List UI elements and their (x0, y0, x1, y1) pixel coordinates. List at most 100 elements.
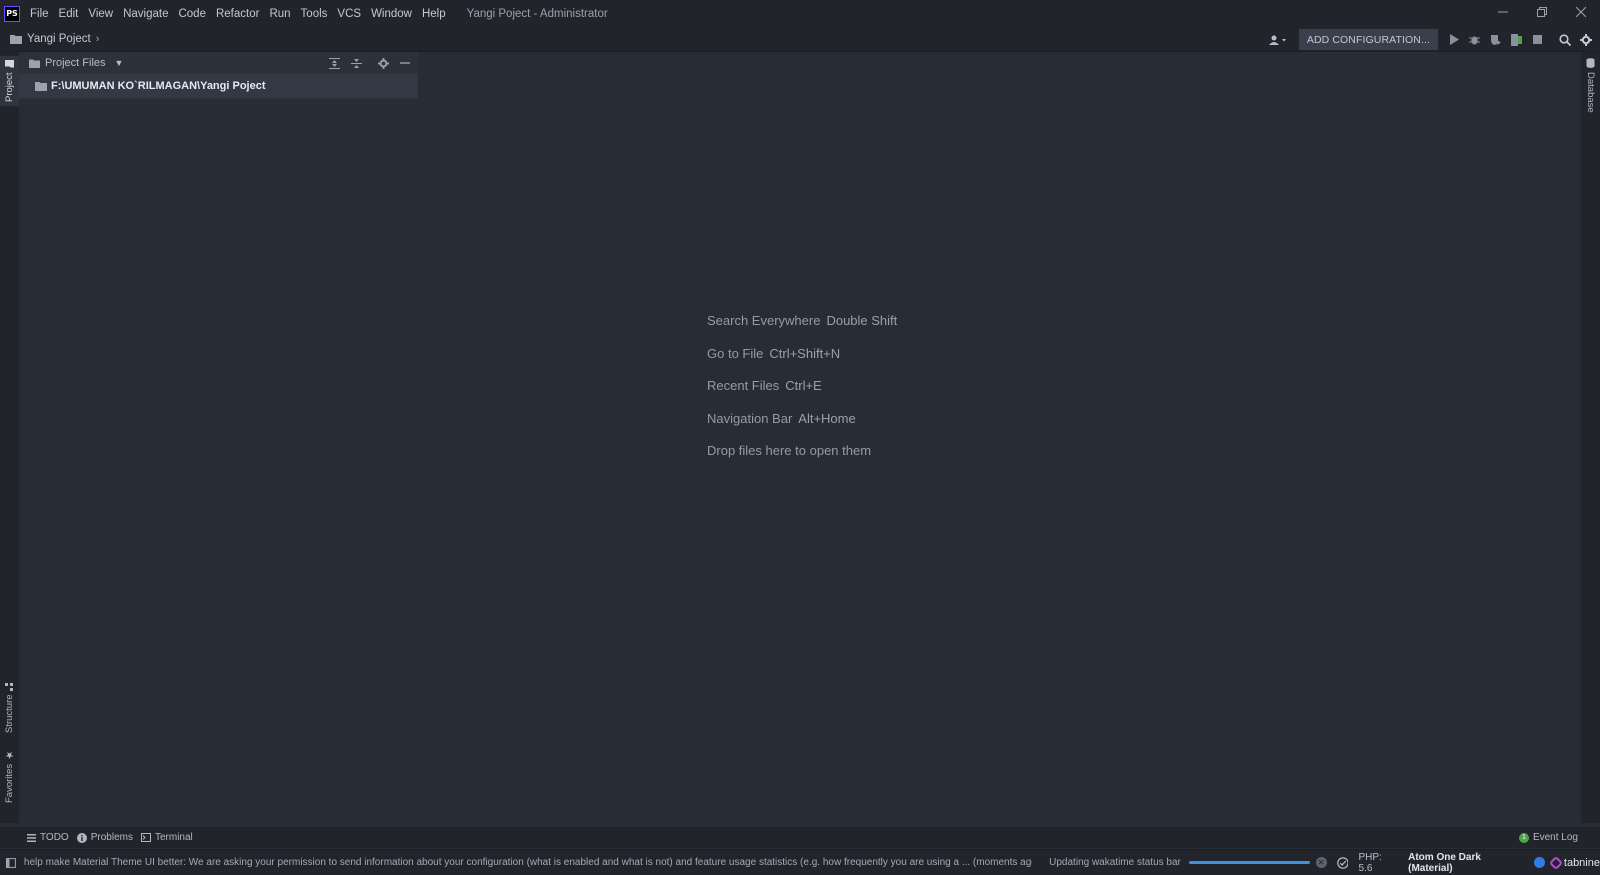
debug-button[interactable] (1464, 29, 1485, 50)
menu-vcs[interactable]: VCS (332, 8, 366, 20)
user-icon (1268, 35, 1286, 45)
stop-icon (1533, 35, 1542, 44)
breadcrumb-project-label: Yangi Poject (27, 33, 91, 45)
menu-code[interactable]: Code (173, 8, 211, 20)
status-bar: help make Material Theme UI better: We a… (0, 849, 1600, 875)
menu-refactor[interactable]: Refactor (211, 8, 264, 20)
database-icon (1586, 58, 1595, 68)
left-tool-strip: Project Structure Favorites ★ (0, 52, 19, 823)
title-bar: PS File Edit View Navigate Code Refactor… (0, 0, 1600, 27)
menu-view[interactable]: View (83, 8, 118, 20)
profiler-icon (1511, 33, 1522, 46)
check-circle-icon[interactable] (1336, 856, 1349, 869)
tab-problems-label: Problems (90, 832, 133, 843)
close-button[interactable] (1561, 0, 1600, 24)
star-icon: ★ (4, 748, 15, 760)
tab-database[interactable]: Database (1581, 58, 1600, 118)
phpstorm-logo: PS (4, 5, 20, 22)
event-log-badge: 1 (1518, 832, 1529, 843)
folder-icon (35, 82, 47, 91)
run-button[interactable] (1443, 29, 1464, 50)
tab-event-log[interactable]: 1 Event Log (1518, 827, 1578, 848)
settings-button[interactable] (1575, 29, 1596, 50)
menu-run[interactable]: Run (264, 8, 295, 20)
hint-navigation-bar: Navigation Bar Alt+Home (707, 411, 897, 444)
hint-label: Navigation Bar (707, 410, 793, 426)
hide-panel-button[interactable] (394, 53, 416, 73)
play-icon (1449, 34, 1459, 45)
tab-structure-label: Structure (4, 694, 15, 734)
project-panel-actions (323, 53, 416, 73)
toggle-tool-windows-icon[interactable] (6, 857, 16, 868)
expand-all-button[interactable] (323, 53, 345, 73)
run-toolbar: ADD CONFIGURATION... (1263, 29, 1596, 50)
project-panel-header: Project Files ▼ (19, 52, 418, 74)
tab-favorites-label: Favorites (4, 763, 15, 804)
hint-label: Recent Files (707, 378, 780, 393)
tab-project-label: Project (4, 72, 15, 102)
menu-navigate[interactable]: Navigate (118, 8, 173, 20)
tab-project[interactable]: Project (0, 56, 19, 106)
project-root-node[interactable]: F:\UMUMAN KO`RILMAGAN\Yangi Poject (19, 74, 418, 98)
hint-label: Search Everywhere (707, 313, 821, 328)
close-icon (1575, 7, 1586, 17)
tab-event-log-label: Event Log (1532, 832, 1578, 843)
shield-icon (1491, 35, 1501, 45)
coverage-button[interactable] (1485, 29, 1506, 50)
project-view-selector[interactable]: Project Files ▼ (29, 57, 123, 69)
gear-icon (1579, 33, 1592, 46)
tabnine-status[interactable]: tabnine (1548, 855, 1600, 870)
minimize-button[interactable] (1483, 0, 1522, 24)
cancel-process-button[interactable]: ✕ (1315, 857, 1327, 868)
tabnine-label: tabnine (1563, 856, 1600, 869)
menu-edit[interactable]: Edit (54, 8, 84, 20)
user-account-button[interactable] (1263, 29, 1293, 50)
minimize-icon (1497, 11, 1508, 13)
window-title: Yangi Poject - Administrator (466, 7, 608, 20)
hint-drop-files: Drop files here to open them (707, 443, 897, 476)
menu-window[interactable]: Window (366, 8, 417, 20)
main-menu: File Edit View Navigate Code Refactor Ru… (28, 8, 451, 20)
stop-button[interactable] (1527, 29, 1548, 50)
menu-help[interactable]: Help (417, 8, 451, 20)
menu-tools[interactable]: Tools (296, 8, 333, 20)
project-panel: Project Files ▼ F:\UMUMAN KO`RILMAGAN\Ya… (19, 52, 418, 99)
profile-button[interactable] (1506, 29, 1527, 50)
structure-icon (5, 682, 14, 691)
tab-favorites[interactable]: Favorites ★ (0, 748, 19, 804)
minimize-icon (400, 62, 410, 64)
folder-icon (10, 35, 22, 44)
window-controls (1483, 0, 1600, 24)
add-configuration-button[interactable]: ADD CONFIGURATION... (1298, 29, 1438, 50)
right-tool-strip: Database (1581, 52, 1600, 823)
theme-indicator[interactable]: Atom One Dark (Material) (1408, 852, 1527, 874)
menu-file[interactable]: File (28, 8, 54, 20)
hint-shortcut: Double Shift (826, 313, 898, 328)
collapse-all-icon (350, 58, 362, 68)
php-language-level[interactable]: PHP: 5.6 (1358, 852, 1398, 874)
navigation-bar: Yangi Poject › ADD CONFIGURATION... (0, 27, 1600, 52)
status-message[interactable]: help make Material Theme UI better: We a… (24, 857, 1032, 868)
breadcrumb[interactable]: Yangi Poject › (10, 33, 99, 45)
panel-settings-button[interactable] (372, 53, 394, 73)
tab-todo-label: TODO (40, 832, 69, 843)
empty-editor-hints: Search Everywhere Double Shift Go to File… (707, 313, 897, 476)
tab-problems[interactable]: Problems (76, 832, 133, 843)
hint-search-everywhere: Search Everywhere Double Shift (707, 313, 897, 346)
project-root-path: F:\UMUMAN KO`RILMAGAN\Yangi Poject (51, 80, 266, 92)
tab-structure[interactable]: Structure (0, 680, 19, 736)
folder-icon (5, 60, 14, 68)
collapse-all-button[interactable] (345, 53, 367, 73)
restore-icon (1536, 7, 1547, 17)
gear-icon (377, 57, 389, 69)
hint-label: Drop files here to open them (707, 443, 872, 458)
wakatime-status: Updating wakatime status bar (1049, 857, 1181, 868)
restore-button[interactable] (1522, 0, 1561, 24)
tab-terminal[interactable]: Terminal (140, 832, 193, 843)
hint-shortcut: Ctrl+E (785, 378, 822, 393)
search-everywhere-button[interactable] (1554, 29, 1575, 50)
notification-dot-icon[interactable] (1534, 857, 1545, 868)
list-icon (27, 833, 36, 842)
tab-todo[interactable]: TODO (27, 832, 69, 843)
terminal-icon (140, 833, 151, 842)
